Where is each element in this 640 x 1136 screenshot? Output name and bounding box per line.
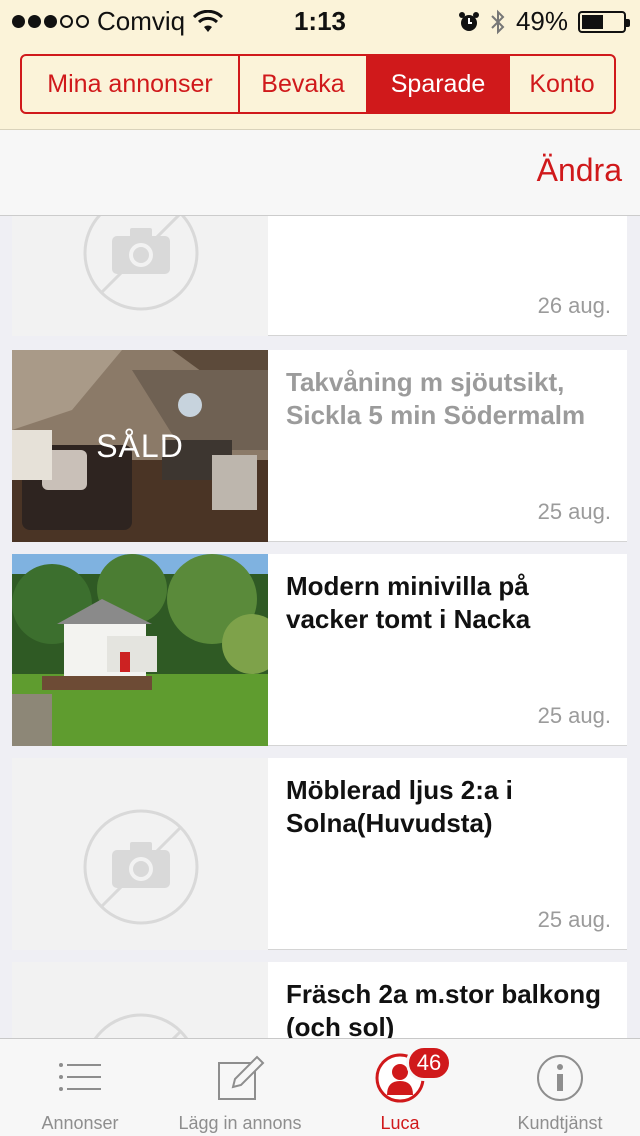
listing-date: 25 aug. [537,907,611,932]
segment-sparade[interactable]: Sparade [368,56,510,112]
edit-bar: Ändra [0,130,640,216]
listing-card[interactable]: Modern minivilla på vacker tomt i Nacka … [12,554,627,746]
segment-bevaka[interactable]: Bevaka [240,56,368,112]
listing-title: Möblerad ljus 2:a i Solna(Huvudsta) [286,775,513,838]
notification-badge: 46 [406,1045,452,1081]
bluetooth-icon [491,9,505,34]
tab-label: Luca [380,1113,420,1133]
compose-icon [218,1055,265,1100]
no-image-icon [83,809,199,925]
battery-percent: 49% [515,6,568,36]
listing-card[interactable]: Fräsch 2a m.stor balkong (och sol) [12,962,627,1038]
status-right: 49% [458,6,630,37]
listing-date: 25 aug. [537,499,611,524]
saved-listings-list: 26 aug. SÅLD Takvåning m sjöutsikt, Sick… [0,216,640,1038]
status-bar: Comviq 1:13 49% [0,0,640,40]
listing-card[interactable]: SÅLD Takvåning m sjöutsikt, Sickla 5 min… [12,350,627,542]
segment-konto[interactable]: Konto [510,56,614,112]
top-header: Comviq 1:13 49% Mina annonser Bevaka Spa… [0,0,640,130]
edit-button[interactable]: Ändra [537,152,622,189]
listing-title: Fräsch 2a m.stor balkong (och sol) [286,979,601,1038]
no-image-icon [83,216,199,311]
list-icon [59,1063,101,1091]
tab-label: Kundtjänst [517,1113,603,1133]
listing-thumbnail [12,216,268,336]
listing-thumbnail [12,758,268,950]
battery-icon [578,10,630,33]
sold-badge: SÅLD [96,428,184,464]
tab-annonser[interactable]: Annonser [0,1039,160,1136]
listing-title: Modern minivilla på vacker tomt i Nacka [286,571,531,634]
segment-mina-annonser[interactable]: Mina annonser [22,56,240,112]
listing-thumbnail: SÅLD [12,350,268,542]
listing-title: Takvåning m sjöutsikt, Sickla 5 min Söde… [286,367,586,430]
listing-card[interactable]: 26 aug. [12,216,627,336]
listing-date: 25 aug. [537,703,611,728]
info-icon [537,1055,583,1101]
listing-thumbnail [12,962,268,1038]
tab-label: Annonser [41,1113,119,1133]
no-image-icon [93,1013,189,1038]
tab-lagg-in-annons[interactable]: Lägg in annons [160,1039,320,1136]
alarm-icon [458,11,479,31]
bottom-tab-bar: Annonser Lägg in annons 46 Luca Kundtjän… [0,1038,640,1136]
section-segmented-control: Mina annonser Bevaka Sparade Konto [20,54,616,114]
tab-kundtjanst[interactable]: Kundtjänst [480,1039,640,1136]
listing-date: 26 aug. [537,293,611,318]
tab-label: Lägg in annons [178,1113,302,1133]
app-screen: Comviq 1:13 49% Mina annonser Bevaka Spa… [0,0,640,1136]
listing-thumbnail [12,554,268,746]
tab-luca[interactable]: 46 Luca [320,1039,480,1136]
listing-card[interactable]: Möblerad ljus 2:a i Solna(Huvudsta) 25 a… [12,758,627,950]
white-villa-photo [12,554,268,746]
